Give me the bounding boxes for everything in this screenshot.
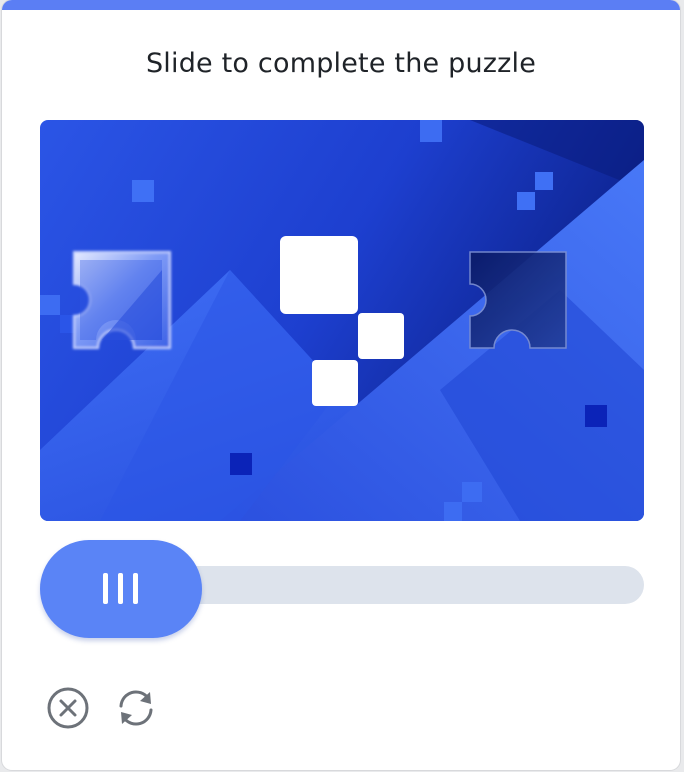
grip-line bbox=[118, 573, 123, 604]
refresh-icon bbox=[119, 690, 153, 726]
puzzle-background bbox=[40, 120, 644, 521]
close-circle-icon bbox=[47, 687, 89, 729]
dialog-top-bar bbox=[2, 0, 680, 10]
close-button[interactable] bbox=[44, 684, 92, 732]
puzzle-image bbox=[40, 120, 644, 521]
dialog-title: Slide to complete the puzzle bbox=[145, 48, 537, 79]
captcha-dialog: Slide to complete the puzzle bbox=[2, 0, 680, 770]
slider-handle[interactable] bbox=[40, 540, 202, 638]
grip-line bbox=[133, 573, 138, 604]
puzzle-piece[interactable] bbox=[73, 251, 171, 349]
grip-line bbox=[103, 573, 108, 604]
refresh-button[interactable] bbox=[112, 684, 160, 732]
